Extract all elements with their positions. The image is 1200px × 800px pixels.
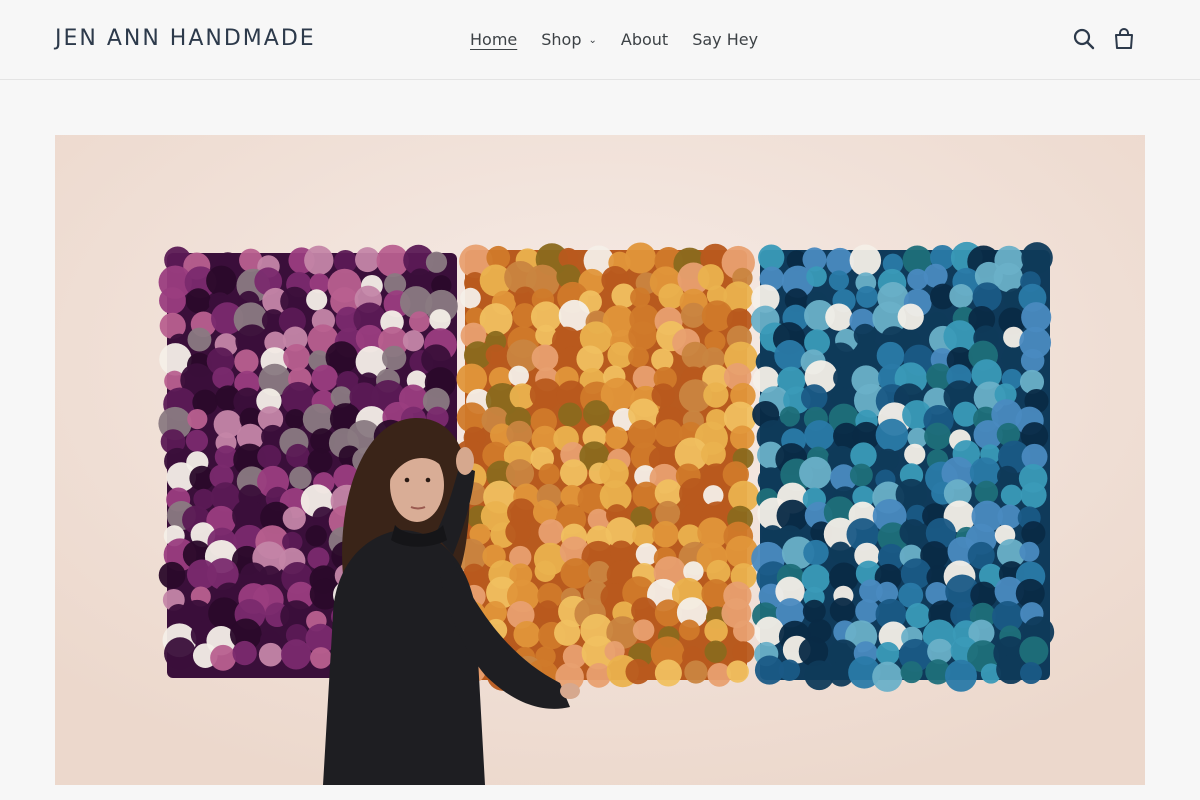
main-nav: Home Shop ⌄ About Say Hey	[458, 28, 770, 52]
nav-about-label: About	[620, 30, 669, 49]
nav-say-hey-label: Say Hey	[692, 30, 759, 49]
search-button[interactable]	[1072, 27, 1098, 53]
nav-home[interactable]: Home	[458, 28, 529, 52]
nav-shop[interactable]: Shop ⌄	[529, 28, 609, 52]
pompom-panel-orange	[453, 242, 760, 693]
search-icon	[1073, 28, 1095, 50]
hero-image	[55, 135, 1145, 785]
cart-icon	[1115, 28, 1133, 49]
nav-shop-label: Shop	[541, 30, 582, 49]
site-logo[interactable]: JEN ANN HANDMADE	[55, 26, 316, 51]
pompom-panel-blue	[750, 241, 1055, 692]
nav-home-label: Home	[470, 30, 518, 49]
chevron-down-icon: ⌄	[588, 35, 597, 46]
cart-button[interactable]	[1112, 27, 1138, 53]
site-header: JEN ANN HANDMADE Home Shop ⌄ About Say H…	[0, 0, 1200, 80]
nav-say-hey[interactable]: Say Hey	[680, 28, 770, 52]
hero-illustration	[55, 135, 1145, 785]
nav-about[interactable]: About	[609, 28, 680, 52]
